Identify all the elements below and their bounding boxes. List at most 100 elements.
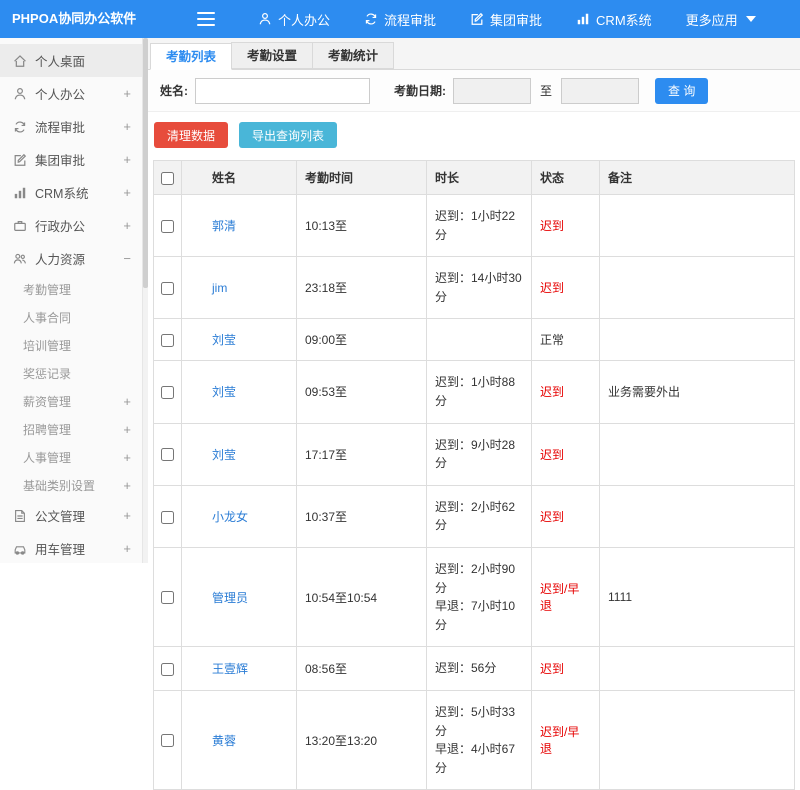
employee-name-link[interactable]: jim bbox=[212, 281, 227, 295]
table-row: 刘莹 09:00至 正常 bbox=[153, 318, 795, 362]
top-header: PHPOA协同办公软件 个人办公 流程审批 集团审批 CRM系统 更多应用 bbox=[0, 0, 800, 38]
chart-icon bbox=[13, 186, 27, 200]
row-checkbox[interactable] bbox=[161, 734, 174, 748]
sidebar-item-label: 奖惩记录 bbox=[23, 366, 72, 381]
sidebar-item-label: 行政办公 bbox=[35, 220, 86, 234]
sidebar-item-training-management[interactable]: 培训管理 bbox=[0, 331, 142, 359]
menu-toggle-button[interactable] bbox=[197, 12, 215, 26]
table-row: 管理员 10:54至10:54 迟到：2小时90分 早退：7小时10分 迟到/早… bbox=[153, 546, 795, 648]
car-icon bbox=[13, 542, 27, 556]
note-cell bbox=[599, 689, 795, 790]
sidebar-item-recruitment-management[interactable]: 招聘管理 + bbox=[0, 415, 142, 443]
nav-item-workflow-approval[interactable]: 流程审批 bbox=[347, 0, 453, 38]
sidebar-item-human-resources[interactable]: 人力资源 − bbox=[0, 242, 142, 275]
clean-data-button[interactable]: 清理数据 bbox=[154, 122, 229, 148]
sidebar-scrollbar[interactable] bbox=[143, 38, 148, 563]
expand-icon[interactable]: + bbox=[123, 422, 131, 437]
sidebar-item-vehicle-management[interactable]: 用车管理 + bbox=[0, 532, 142, 563]
sidebar-item-administration[interactable]: 行政办公 + bbox=[0, 209, 142, 242]
people-icon bbox=[13, 252, 27, 266]
sidebar-item-hr-contract[interactable]: 人事合同 bbox=[0, 303, 142, 331]
row-checkbox[interactable] bbox=[161, 281, 174, 295]
employee-name-link[interactable]: 管理员 bbox=[212, 591, 248, 605]
name-input[interactable] bbox=[195, 77, 370, 104]
sidebar-item-attendance-management[interactable]: 考勤管理 bbox=[0, 275, 142, 303]
employee-name-link[interactable]: 刘莹 bbox=[212, 448, 236, 462]
employee-name-link[interactable]: 王壹辉 bbox=[212, 662, 248, 676]
employee-name-link[interactable]: 郭清 bbox=[212, 219, 236, 233]
tab-attendance-statistics[interactable]: 考勤统计 bbox=[312, 42, 394, 69]
sidebar-item-crm-system[interactable]: CRM系统 + bbox=[0, 176, 142, 209]
table-row: 王壹辉 08:56至 迟到：56分 迟到 bbox=[153, 646, 795, 691]
tab-bar: 考勤列表 考勤设置 考勤统计 bbox=[148, 38, 800, 70]
status-cell: 迟到/早退 bbox=[531, 546, 600, 648]
duration-cell: 迟到：56分 bbox=[426, 646, 532, 691]
expand-icon[interactable]: + bbox=[123, 478, 131, 493]
employee-name-link[interactable]: 小龙女 bbox=[212, 510, 248, 524]
table-row: 刘莹 17:17至 迟到：9小时28分 迟到 bbox=[153, 422, 795, 486]
nav-item-more-apps[interactable]: 更多应用 bbox=[669, 0, 773, 38]
expand-icon[interactable]: + bbox=[123, 450, 131, 465]
expand-icon[interactable]: + bbox=[123, 185, 131, 200]
sidebar-item-base-category-settings[interactable]: 基础类别设置 + bbox=[0, 471, 142, 499]
sidebar-item-label: CRM系统 bbox=[35, 187, 89, 201]
row-checkbox[interactable] bbox=[161, 334, 174, 348]
sidebar-item-label: 流程审批 bbox=[35, 121, 86, 135]
status-cell: 迟到 bbox=[531, 422, 600, 486]
scrollbar-thumb[interactable] bbox=[143, 38, 148, 288]
select-all-checkbox[interactable] bbox=[161, 171, 174, 185]
sidebar-item-personal-office[interactable]: 个人办公 + bbox=[0, 77, 142, 110]
sidebar-item-document-management[interactable]: 公文管理 + bbox=[0, 499, 142, 532]
note-cell bbox=[599, 646, 795, 691]
nav-item-personal-office[interactable]: 个人办公 bbox=[241, 0, 347, 38]
nav-item-label: 更多应用 bbox=[685, 12, 738, 28]
tab-attendance-list[interactable]: 考勤列表 bbox=[150, 43, 232, 70]
duration-cell: 迟到：14小时30分 bbox=[426, 256, 532, 320]
date-range-to-label: 至 bbox=[540, 84, 553, 98]
employee-name-link[interactable]: 刘莹 bbox=[212, 333, 236, 347]
expand-icon[interactable]: + bbox=[123, 218, 131, 233]
table-row: jim 23:18至 迟到：14小时30分 迟到 bbox=[153, 256, 795, 320]
col-header-time: 考勤时间 bbox=[296, 160, 427, 195]
nav-item-crm-system[interactable]: CRM系统 bbox=[559, 0, 669, 38]
attendance-time-cell: 08:56至 bbox=[296, 646, 427, 691]
sidebar-item-personnel-management[interactable]: 人事管理 + bbox=[0, 443, 142, 471]
date-filter-label: 考勤日期: bbox=[394, 84, 446, 98]
employee-name-link[interactable]: 刘莹 bbox=[212, 385, 236, 399]
sidebar-item-reward-punishment[interactable]: 奖惩记录 bbox=[0, 359, 142, 387]
expand-icon[interactable]: + bbox=[123, 508, 131, 523]
sidebar-item-group-approval[interactable]: 集团审批 + bbox=[0, 143, 142, 176]
doc-icon bbox=[13, 509, 27, 523]
expand-icon[interactable]: + bbox=[123, 86, 131, 101]
row-checkbox[interactable] bbox=[161, 591, 174, 605]
search-button[interactable]: 查 询 bbox=[655, 77, 709, 104]
row-checkbox[interactable] bbox=[161, 510, 174, 524]
expand-icon[interactable]: + bbox=[123, 119, 131, 134]
row-checkbox[interactable] bbox=[161, 662, 174, 676]
collapse-icon[interactable]: − bbox=[123, 251, 131, 266]
expand-icon[interactable]: + bbox=[123, 152, 131, 167]
sidebar-item-label: 人力资源 bbox=[35, 253, 86, 267]
nav-item-group-approval[interactable]: 集团审批 bbox=[453, 0, 559, 38]
table-row: 刘莹 09:53至 迟到：1小时88分 迟到 业务需要外出 bbox=[153, 360, 795, 424]
employee-name-link[interactable]: 黄蓉 bbox=[212, 734, 236, 748]
note-cell bbox=[599, 318, 795, 362]
row-checkbox[interactable] bbox=[161, 448, 174, 462]
sidebar-item-salary-management[interactable]: 薪资管理 + bbox=[0, 387, 142, 415]
table-row: 郭清 10:13至 迟到：1小时22分 迟到 bbox=[153, 193, 795, 258]
nav-item-label: 集团审批 bbox=[490, 12, 543, 28]
expand-icon[interactable]: + bbox=[123, 394, 131, 409]
sidebar-item-personal-desktop[interactable]: 个人桌面 bbox=[0, 44, 142, 77]
sidebar-item-workflow-approval[interactable]: 流程审批 + bbox=[0, 110, 142, 143]
status-cell: 正常 bbox=[531, 318, 600, 362]
date-from-input[interactable] bbox=[453, 77, 531, 104]
chevron-down-icon bbox=[745, 16, 756, 22]
expand-icon[interactable]: + bbox=[123, 541, 131, 556]
process-icon bbox=[364, 12, 378, 26]
export-list-button[interactable]: 导出查询列表 bbox=[239, 122, 338, 148]
row-checkbox[interactable] bbox=[161, 219, 174, 233]
row-checkbox[interactable] bbox=[161, 386, 174, 400]
date-to-input[interactable] bbox=[561, 77, 640, 104]
tab-attendance-settings[interactable]: 考勤设置 bbox=[231, 42, 313, 69]
nav-item-label: 个人办公 bbox=[278, 12, 331, 28]
